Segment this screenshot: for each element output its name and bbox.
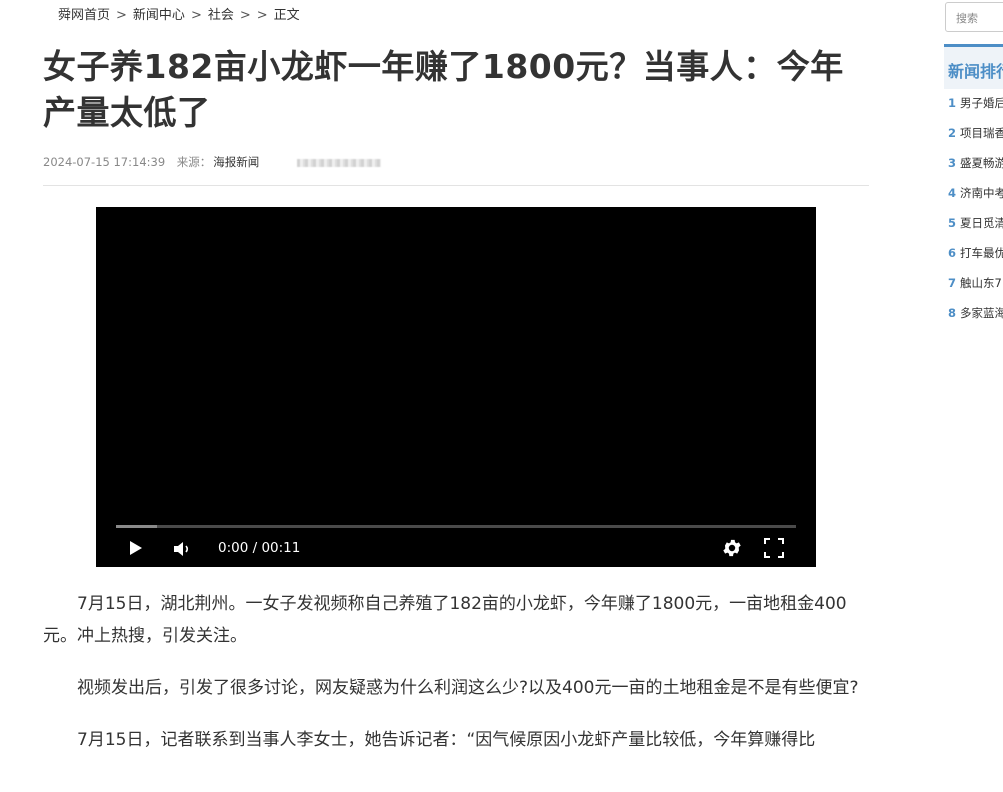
source-label: 来源： [176, 155, 212, 169]
news-ranking-title: 新闻排行 [948, 62, 1003, 81]
ranking-item[interactable]: 7 触山东7 [948, 275, 1003, 305]
article-title: 女子养182亩小龙虾一年赚了1800元？当事人：今年产量太低了 [43, 47, 844, 132]
breadcrumb-news-center[interactable]: 新闻中心 [133, 4, 185, 23]
ranking-text[interactable]: 济南中考 [960, 186, 1003, 200]
play-icon[interactable] [128, 539, 144, 561]
ranking-number: 4 [948, 186, 957, 200]
ranking-number: 8 [948, 306, 957, 320]
divider [43, 185, 869, 186]
search-input[interactable]: 搜索 [945, 2, 1003, 32]
article-paragraph: 7月15日，记者联系到当事人李女士，她告诉记者：“因气候原因小龙虾产量比较低，今… [77, 730, 816, 750]
ranking-item[interactable]: 2 项目瑞香 [948, 125, 1003, 155]
ranking-item[interactable]: 8 多家蓝海 [948, 305, 1003, 335]
breadcrumb-current: 正文 [273, 8, 300, 23]
ranking-item[interactable]: 1 男子婚后 [948, 95, 1003, 125]
source-name: 海报新闻 [213, 155, 260, 169]
ranking-text[interactable]: 多家蓝海 [960, 306, 1003, 320]
breadcrumb: 舜网首页 > 新闻中心 > 社会 > > 正文 [58, 4, 300, 23]
article-meta: 2024-07-15 17:14:39 来源： 海报新闻 [43, 154, 381, 170]
blurred-text [296, 158, 381, 167]
breadcrumb-separator: > [116, 8, 127, 23]
gear-icon[interactable] [721, 537, 743, 563]
ranking-number: 1 [948, 96, 957, 110]
article-paragraph: 7月15日，湖北荆州。一女子发视频称自己养殖了182亩的小龙虾，今年赚了1800… [43, 594, 847, 646]
ranking-item[interactable]: 4 济南中考 [948, 185, 1003, 215]
breadcrumb-separator: > [256, 8, 268, 23]
ranking-number: 3 [948, 156, 957, 170]
breadcrumb-separator: > [190, 8, 202, 23]
breadcrumb-separator: > [239, 8, 251, 23]
video-progress-bar[interactable] [116, 525, 796, 528]
ranking-text[interactable]: 打车最优 [960, 246, 1003, 260]
volume-icon[interactable] [172, 540, 192, 562]
article-date: 2024-07-15 17:14:39 [43, 155, 166, 169]
ranking-text[interactable]: 男子婚后 [960, 96, 1003, 110]
news-ranking-header: 新闻排行 [944, 44, 1003, 89]
article-body: 7月15日，湖北荆州。一女子发视频称自己养殖了182亩的小龙虾，今年赚了1800… [43, 588, 871, 776]
breadcrumb-society[interactable]: 社会 [208, 4, 234, 23]
video-time: 0:00 / 00:11 [218, 540, 301, 556]
ranking-number: 5 [948, 216, 957, 230]
ranking-text[interactable]: 盛夏畅游 [960, 156, 1003, 170]
ranking-text[interactable]: 触山东7 [960, 276, 1002, 290]
video-progress-fill [116, 525, 157, 528]
ranking-number: 6 [948, 246, 957, 260]
article-paragraph: 视频发出后，引发了很多讨论，网友疑惑为什么利润这么少?以及400元一亩的土地租金… [77, 678, 859, 698]
ranking-text[interactable]: 夏日觅清 [960, 216, 1003, 230]
ranking-item[interactable]: 6 打车最优 [948, 245, 1003, 275]
news-ranking-list: 1 男子婚后 2 项目瑞香 3 盛夏畅游 4 济南中考 5 夏日觅清 6 打车最优 7 触山东… [948, 95, 1003, 335]
breadcrumb-home[interactable]: 舜网首页 [58, 4, 110, 23]
ranking-item[interactable]: 5 夏日觅清 [948, 215, 1003, 245]
ranking-number: 7 [948, 276, 957, 290]
ranking-text[interactable]: 项目瑞香 [960, 126, 1003, 140]
ranking-item[interactable]: 3 盛夏畅游 [948, 155, 1003, 185]
ranking-number: 2 [948, 126, 957, 140]
video-player[interactable]: 0:00 / 00:11 [96, 207, 816, 567]
fullscreen-icon[interactable] [763, 537, 785, 563]
